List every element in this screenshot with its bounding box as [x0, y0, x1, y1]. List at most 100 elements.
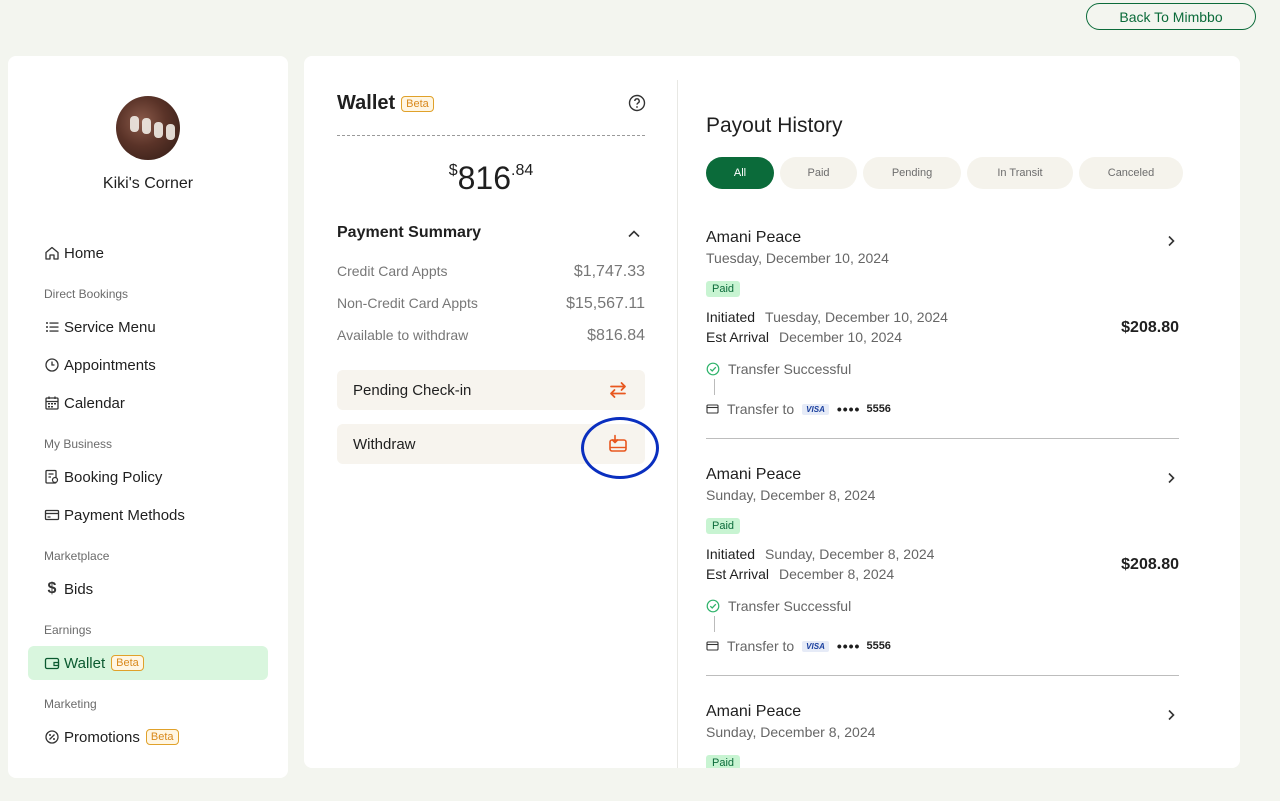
sidebar-item-label: Appointments: [64, 356, 156, 374]
arrival-label: Est Arrival: [706, 329, 770, 345]
sidebar-item-label: Calendar: [64, 394, 125, 412]
payout-amount: $208.80: [1121, 319, 1179, 336]
filter-all[interactable]: All: [706, 157, 774, 189]
sidebar-item-promotions[interactable]: Promotions Beta: [28, 720, 268, 754]
main-panel: Wallet Beta $816.84 Payment Summary Cred…: [304, 56, 1240, 768]
arrival-date: December 8, 2024: [779, 566, 895, 582]
timeline-line: [714, 379, 715, 395]
transfer-status-text: Transfer Successful: [728, 598, 852, 614]
sidebar-item-wallet[interactable]: Wallet Beta: [28, 646, 268, 680]
payout-amount: $208.80: [1121, 556, 1179, 573]
timeline-line: [714, 616, 715, 632]
divider: [706, 675, 1179, 676]
payment-summary-title[interactable]: Payment Summary: [337, 224, 481, 242]
wallet-title: Wallet Beta: [337, 92, 434, 115]
card-icon: [706, 403, 719, 415]
clock-icon: [44, 357, 60, 373]
policy-icon: [44, 469, 60, 485]
sidebar-item-service-menu[interactable]: Service Menu: [28, 310, 268, 344]
initiated-row: Initiated Sunday, December 8, 2024: [706, 546, 934, 562]
summary-row: Available to withdraw $816.84: [337, 327, 645, 345]
payout-name: Amani Peace: [706, 229, 802, 246]
balance-cents: .84: [511, 162, 534, 179]
beta-badge: Beta: [401, 95, 434, 112]
help-icon[interactable]: [628, 94, 646, 112]
balance-whole: 816: [457, 160, 512, 196]
back-to-mimbbo-button[interactable]: Back To Mimbbo: [1086, 3, 1256, 30]
column-divider: [677, 80, 678, 768]
action-label: Withdraw: [353, 435, 416, 453]
transfer-status-text: Transfer Successful: [728, 361, 852, 377]
dollar-icon: $: [47, 580, 57, 597]
transfer-arrows-icon: [607, 379, 629, 401]
section-marketing: Marketing: [44, 697, 97, 711]
avatar[interactable]: [116, 96, 180, 160]
payout-date: Tuesday, December 10, 2024: [706, 250, 889, 266]
card-icon: [706, 640, 719, 652]
arrival-date: December 10, 2024: [779, 329, 902, 345]
check-circle-icon: [706, 362, 720, 376]
pending-check-in-button[interactable]: Pending Check-in: [337, 370, 645, 410]
arrival-row: Est Arrival December 8, 2024: [706, 566, 894, 582]
sidebar-item-label: Home: [64, 244, 105, 262]
transfer-to-label: Transfer to: [727, 638, 795, 654]
chevron-up-icon[interactable]: [626, 226, 642, 242]
payout-date: Sunday, December 8, 2024: [706, 724, 876, 740]
beta-badge: Beta: [145, 729, 179, 745]
sidebar-item-bids[interactable]: $ Bids: [28, 572, 268, 606]
check-circle-icon: [706, 599, 720, 613]
transfer-to-label: Transfer to: [727, 401, 795, 417]
wallet-title-text: Wallet: [337, 92, 396, 114]
filter-in-transit[interactable]: In Transit: [967, 157, 1073, 189]
sidebar-item-home[interactable]: Home: [28, 236, 268, 270]
sidebar: Kiki's Corner Home Direct Bookings Servi…: [8, 56, 288, 778]
payout-filters: All Paid Pending In Transit Canceled: [706, 157, 1183, 189]
transfer-to: Transfer to VISA •••• 5556: [706, 401, 891, 417]
chevron-right-icon[interactable]: [1164, 471, 1178, 485]
sidebar-item-booking-policy[interactable]: Booking Policy: [28, 460, 268, 494]
summary-value: $1,747.33: [573, 263, 645, 280]
initiated-label: Initiated: [706, 546, 756, 562]
sidebar-item-label: Booking Policy: [64, 468, 163, 486]
sidebar-item-label: Payment Methods: [64, 506, 185, 524]
payout-name: Amani Peace: [706, 703, 802, 720]
card-last4: 5556: [866, 640, 891, 652]
payout-date: Sunday, December 8, 2024: [706, 487, 876, 503]
filter-canceled[interactable]: Canceled: [1079, 157, 1183, 189]
chevron-right-icon[interactable]: [1164, 708, 1178, 722]
summary-value: $816.84: [587, 327, 645, 344]
arrival-row: Est Arrival December 10, 2024: [706, 329, 902, 345]
card-mask: ••••: [836, 401, 861, 417]
visa-logo: VISA: [802, 640, 829, 652]
divider: [337, 135, 645, 136]
summary-value: $15,567.11: [566, 295, 645, 312]
sidebar-item-payment-methods[interactable]: Payment Methods: [28, 498, 268, 532]
status-badge: Paid: [706, 518, 741, 534]
card-last4: 5556: [866, 403, 891, 415]
filter-paid[interactable]: Paid: [780, 157, 857, 189]
arrival-label: Est Arrival: [706, 566, 770, 582]
action-label: Pending Check-in: [353, 381, 472, 399]
initiated-date: Sunday, December 8, 2024: [765, 546, 935, 562]
business-name: Kiki's Corner: [102, 175, 194, 192]
promotions-icon: [44, 729, 60, 745]
sidebar-item-label: Service Menu: [64, 318, 156, 336]
beta-badge: Beta: [111, 655, 144, 671]
calendar-icon: [44, 395, 60, 411]
wallet-icon: [44, 655, 60, 671]
list-icon: [44, 319, 60, 335]
summary-label: Available to withdraw: [337, 327, 469, 343]
filter-pending[interactable]: Pending: [863, 157, 961, 189]
visa-logo: VISA: [802, 403, 829, 415]
section-earnings: Earnings: [44, 623, 92, 637]
section-my-business: My Business: [44, 437, 113, 451]
transfer-to: Transfer to VISA •••• 5556: [706, 638, 891, 654]
status-badge: Paid: [706, 281, 741, 297]
sidebar-item-calendar[interactable]: Calendar: [28, 386, 268, 420]
home-icon: [44, 245, 60, 261]
initiated-row: Initiated Tuesday, December 10, 2024: [706, 309, 948, 325]
summary-label: Credit Card Appts: [337, 263, 448, 279]
payout-history-title: Payout History: [706, 114, 843, 137]
sidebar-item-appointments[interactable]: Appointments: [28, 348, 268, 382]
chevron-right-icon[interactable]: [1164, 234, 1178, 248]
